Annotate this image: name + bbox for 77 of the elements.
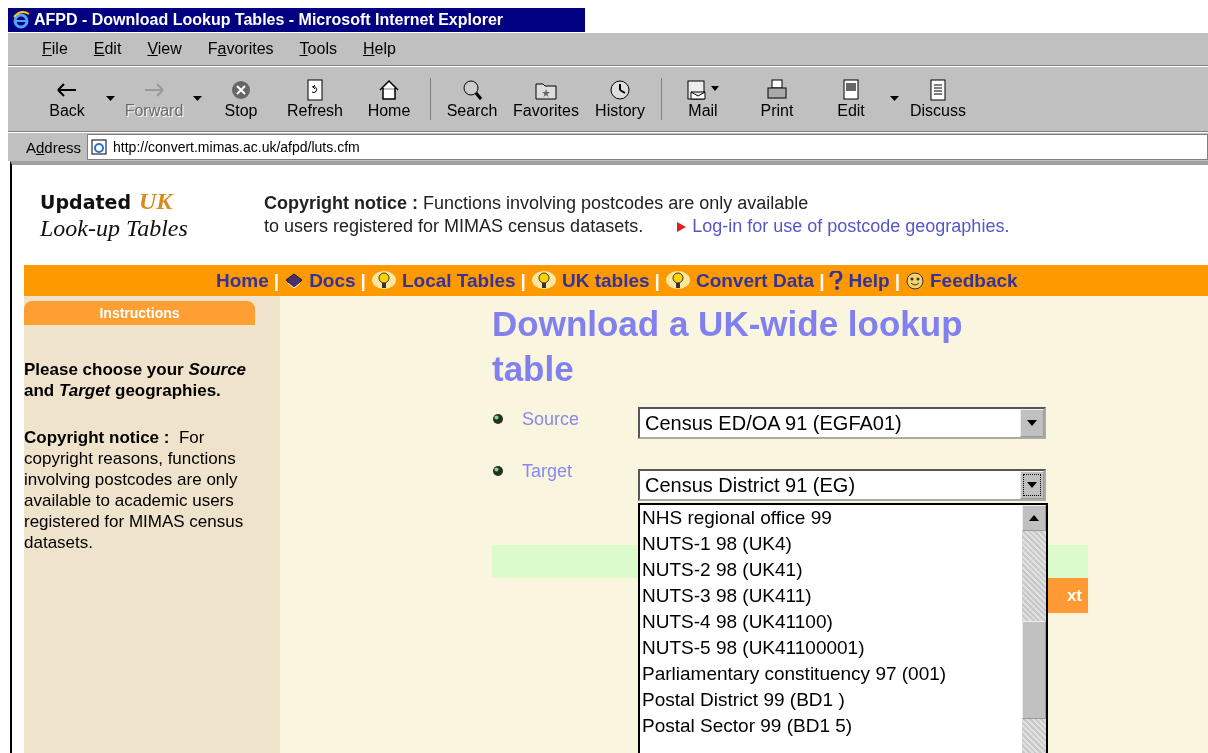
url-text: http://convert.mimas.ac.uk/afpd/luts.cfm (113, 139, 360, 155)
nav-separator: | (273, 269, 280, 292)
menu-item[interactable]: File (22, 40, 77, 58)
toolbar-button[interactable]: Search (435, 78, 509, 120)
dropdown-caret-icon (890, 96, 899, 102)
toolbar-button[interactable]: Back (30, 78, 117, 120)
toolbar-button[interactable]: History (583, 78, 657, 120)
dropdown-option[interactable]: NUTS-5 98 (UK41100001) (642, 635, 1022, 661)
smiley-icon (905, 270, 925, 291)
dropdown-caret-icon (193, 96, 202, 102)
copyright-notice: Copyright notice : Functions involving postcodes are only available (264, 193, 810, 214)
login-link[interactable]: Log-in for use of postcode geographies. (677, 216, 1010, 237)
browser-logo-icon (12, 11, 30, 29)
nav-link[interactable]: Docs (284, 269, 356, 292)
toolbar-button[interactable]: Edit (814, 78, 901, 120)
toolbar-button[interactable]: Discuss (901, 78, 975, 120)
nav-separator: | (894, 269, 900, 292)
address-label: Address (26, 138, 82, 156)
field-label: Source (522, 409, 581, 430)
toolbar-button[interactable]: Mail (666, 78, 740, 120)
select-field[interactable]: Census ED/OA 91 (EGFA01) (638, 407, 1046, 439)
bullet-icon (492, 413, 504, 425)
toolbar-button[interactable]: Favorites (509, 78, 583, 120)
nav-link[interactable]: Help (829, 269, 890, 292)
dropdown-option[interactable]: NUTS-1 98 (UK4) (642, 531, 1022, 557)
dropdown-option[interactable]: Postal District 99 (BD1 ) (642, 687, 1022, 713)
nav-separator: | (819, 269, 825, 292)
nav-separator: | (654, 269, 660, 292)
nav-link[interactable]: Convert Data (664, 269, 815, 292)
menu-item[interactable]: Edit (76, 40, 131, 58)
nav-link[interactable]: UK tables (530, 269, 650, 292)
toolbar-button[interactable]: Home (352, 78, 426, 120)
nav-separator: | (360, 269, 366, 292)
copyright-text: Copyright notice : For copyright reasons, functions involving postcodes are only available to academic users registered for MIMAS census datasets. (24, 427, 245, 553)
bullet-icon (492, 465, 504, 477)
scroll-up-icon (1029, 515, 1039, 521)
instructions-text: Please choose your Source and Target geographies. (24, 359, 248, 401)
lightbulb-icon (370, 269, 397, 292)
toolbar-button[interactable]: Stop (204, 78, 278, 120)
triangle-icon (677, 221, 687, 232)
logo-subtitle: Look-up Tables (40, 215, 189, 242)
dropdown-option[interactable]: NHS regional office 99 (642, 505, 1022, 531)
scroll-thumb[interactable] (1022, 621, 1046, 719)
dropdown-arrow-icon (1027, 482, 1037, 488)
nav-link[interactable]: Home (216, 269, 269, 292)
mail-icon (685, 78, 721, 102)
clock-icon (607, 78, 633, 102)
dropdown-option[interactable]: Postal Sector 99 (BD1 5) (642, 713, 1022, 739)
dropdown-option[interactable]: NUTS-3 98 (UK411) (642, 583, 1022, 609)
dropdown-arrow-icon (1027, 420, 1037, 426)
dropdown-option[interactable]: NUTS-4 98 (UK41100) (642, 609, 1022, 635)
menu-item[interactable]: View (130, 40, 191, 58)
nav-separator: | (520, 269, 526, 292)
nav-link[interactable]: Feedback (905, 269, 1018, 292)
lightbulb-icon (664, 269, 691, 292)
page-title: Download a UK-wide lookup table (492, 303, 964, 390)
book-icon (284, 271, 305, 290)
menu-item[interactable]: Tools (282, 40, 346, 58)
printer-icon (764, 78, 790, 102)
address-field[interactable]: http://convert.mimas.ac.uk/afpd/luts.cfm (87, 134, 1208, 160)
dropdown-option[interactable]: Parliamentary constituency 97 (001) (642, 661, 1022, 687)
window-title: AFPD - Download Lookup Tables - Microsoft Internet Explorer (34, 11, 504, 29)
menu-item[interactable]: Favorites (190, 40, 283, 58)
lightbulb-icon (530, 269, 557, 292)
question-mark-icon (829, 270, 844, 291)
toolbar-button[interactable]: Print (740, 78, 814, 120)
select-field[interactable]: Census District 91 (EG) (638, 469, 1046, 501)
menu-item[interactable]: Help (345, 40, 405, 58)
toolbar-button[interactable]: Refresh (278, 78, 352, 120)
field-label: Target (522, 461, 574, 482)
logo-text: Updated UK (40, 188, 175, 215)
dropdown-option[interactable]: NUTS-2 98 (UK41) (642, 557, 1022, 583)
page-icon (91, 139, 108, 155)
copyright-notice: to users registered for MIMAS census datasets. (264, 216, 644, 237)
scrollbar[interactable] (1022, 505, 1046, 753)
dropdown-caret-icon (106, 96, 115, 102)
nav-link[interactable]: Local Tables (370, 269, 516, 292)
